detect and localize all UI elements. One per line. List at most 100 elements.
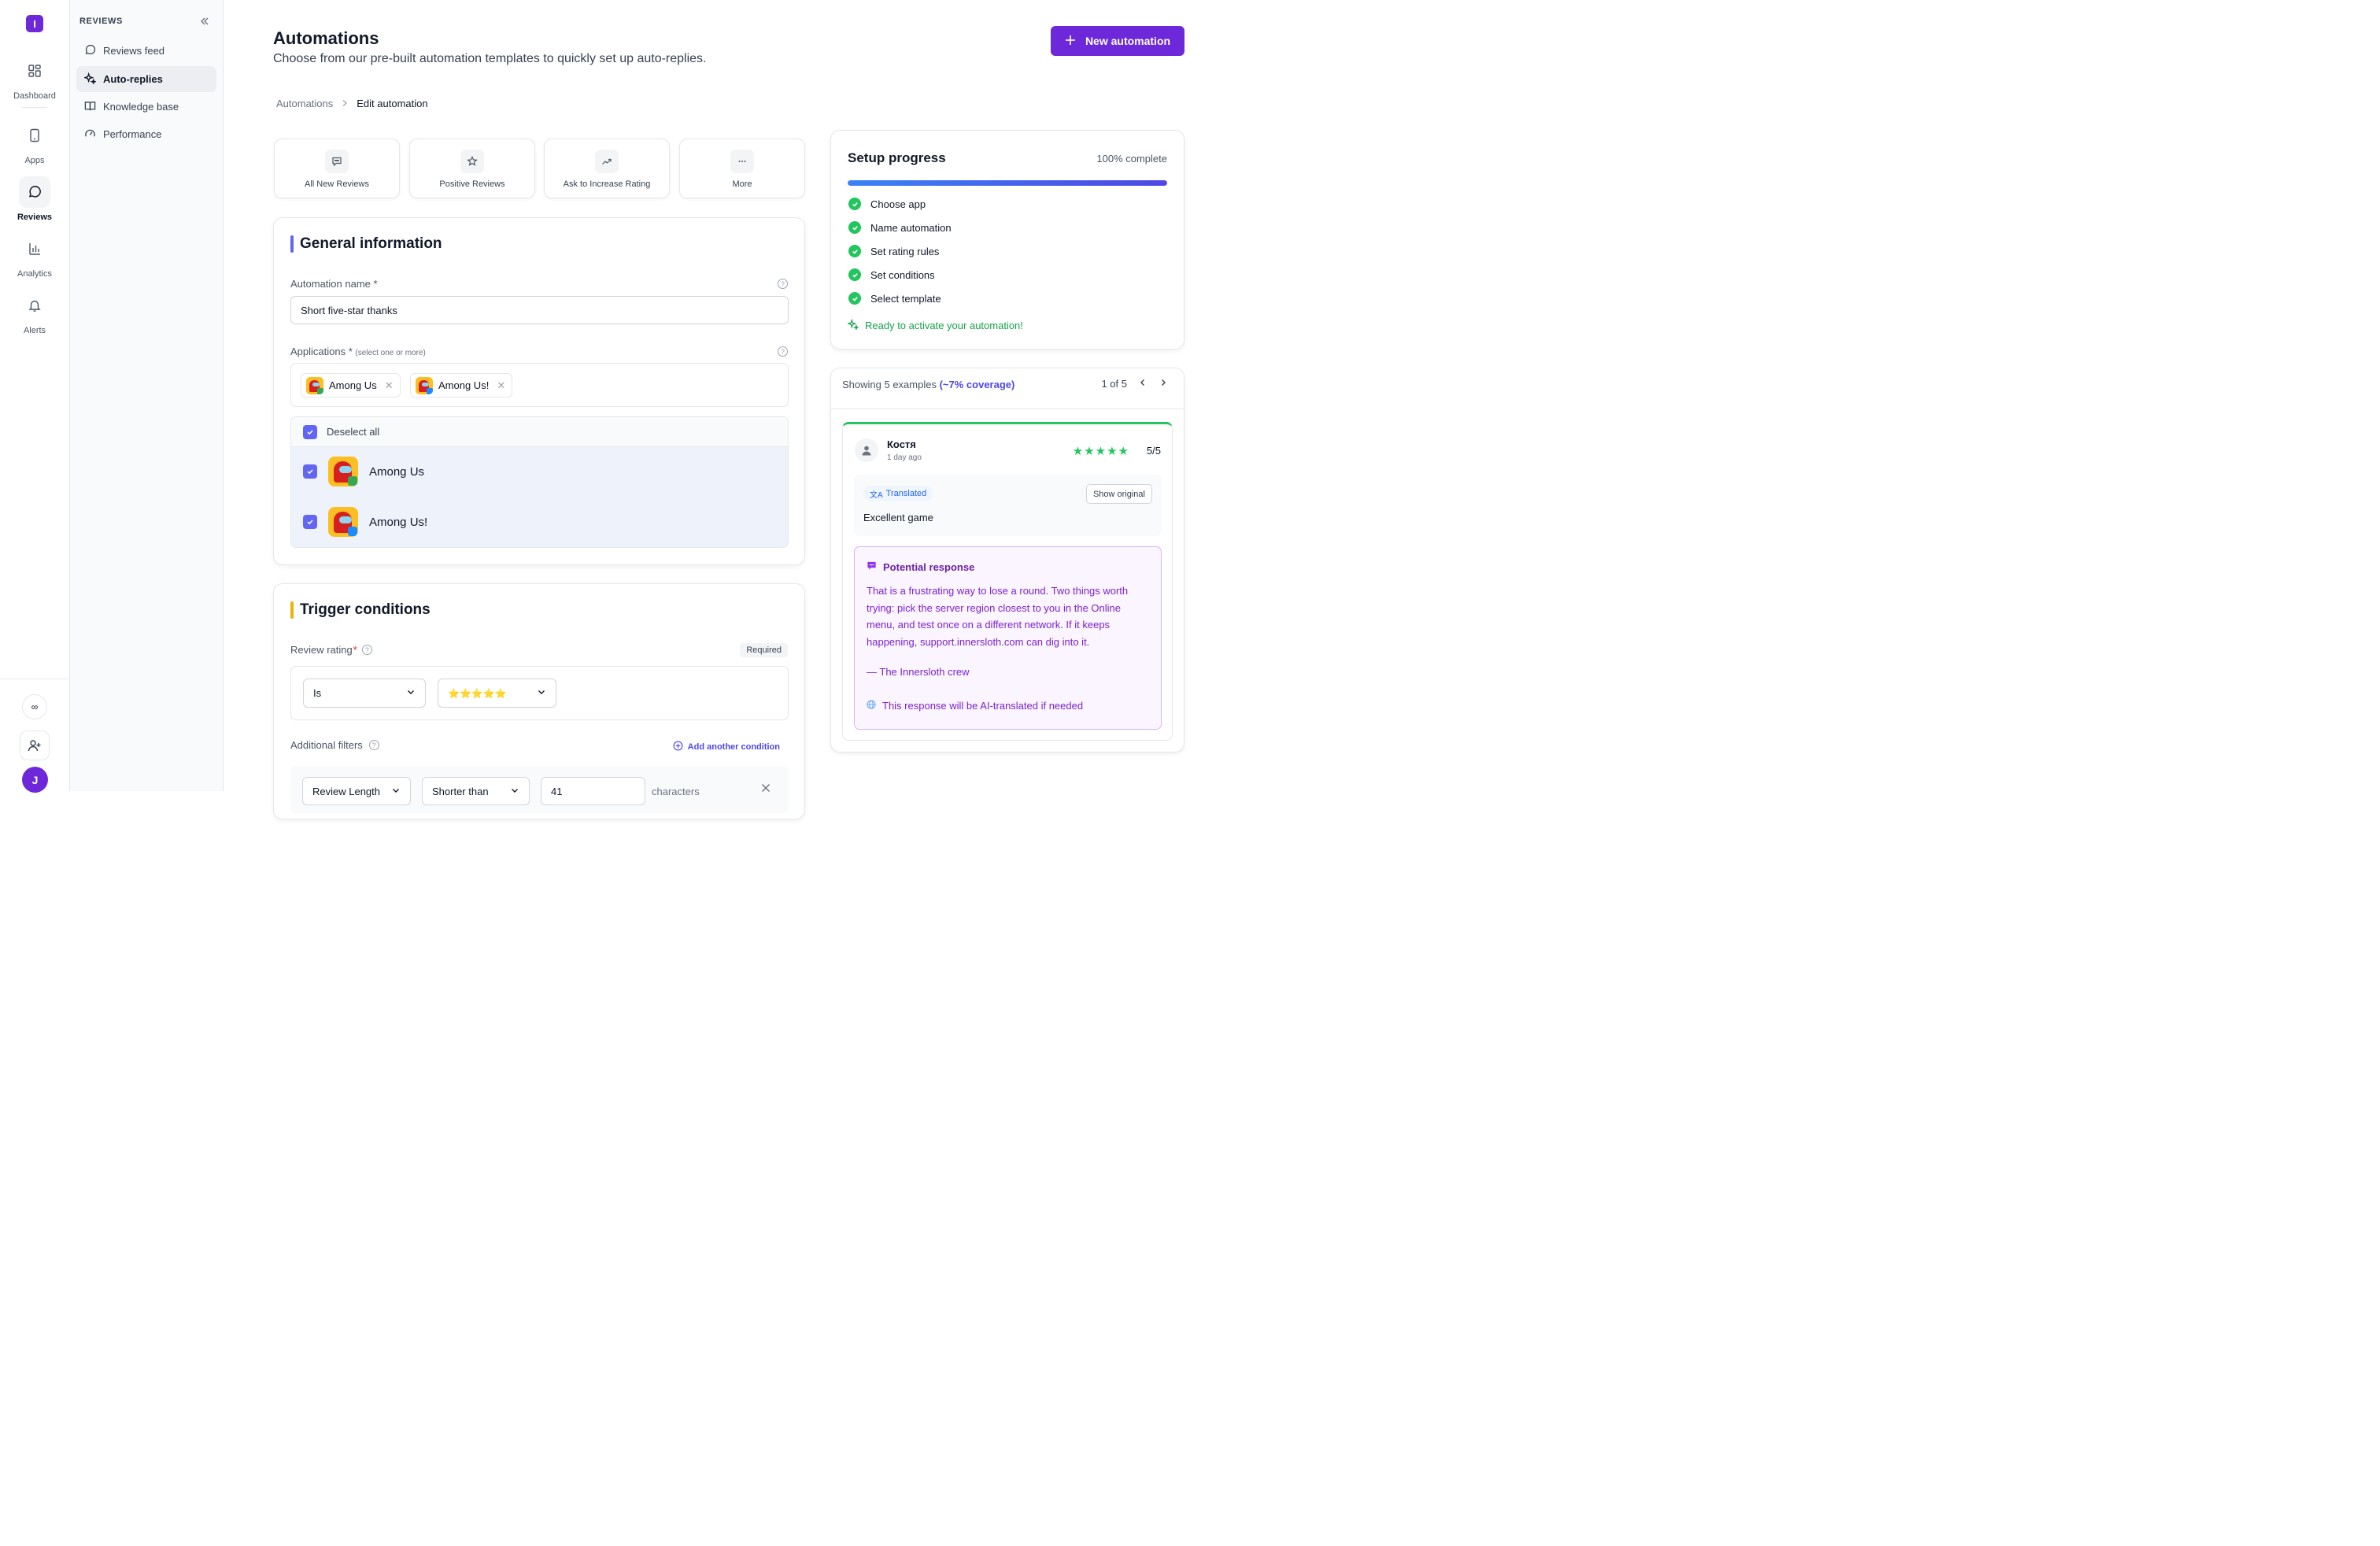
- example-review: Костя 1 day ago ★★★★★ 5/5 文A Translated …: [842, 422, 1173, 741]
- gauge-icon: [84, 128, 96, 142]
- setup-step: Set conditions: [848, 268, 935, 281]
- general-title: General information: [300, 235, 442, 252]
- review-author: Костя: [887, 438, 916, 450]
- filter-value-input[interactable]: 41: [541, 777, 645, 805]
- chevron-left-icon[interactable]: [1138, 378, 1148, 390]
- automation-name-input[interactable]: Short five-star thanks: [290, 296, 789, 324]
- infinity-icon[interactable]: ∞: [22, 694, 47, 719]
- reviews-subnav: REVIEWS Reviews feed Auto-replies Knowle…: [70, 0, 224, 791]
- input-value: 41: [551, 785, 563, 797]
- subnav-item-label: Auto-replies: [103, 73, 163, 85]
- grid-icon: [19, 55, 50, 87]
- add-condition-button[interactable]: Add another condition: [673, 741, 780, 753]
- help-icon[interactable]: ?: [778, 279, 788, 289]
- template-more[interactable]: More: [679, 139, 805, 198]
- filter-row: Review Length Shorter than 41 characters: [290, 766, 789, 813]
- filter-field-select[interactable]: Review Length: [302, 777, 411, 805]
- globe-icon: [867, 700, 876, 712]
- subnav-item-reviews-feed[interactable]: Reviews feed: [76, 38, 216, 64]
- potential-response: Potential response That is a frustrating…: [854, 546, 1162, 730]
- rail-item-dashboard[interactable]: Dashboard: [0, 55, 69, 101]
- selected-apps-box[interactable]: Among Us ✕ Among Us! ✕: [290, 363, 789, 407]
- checkbox-checked-icon[interactable]: [303, 515, 317, 529]
- help-icon[interactable]: ?: [778, 346, 788, 357]
- select-value: Is: [313, 687, 322, 699]
- checkbox-checked-icon[interactable]: [303, 424, 317, 439]
- examples-card: Showing 5 examples (~7% coverage) 1 of 5…: [830, 368, 1184, 753]
- template-label: All New Reviews: [305, 179, 369, 189]
- response-text: That is a frustrating way to lose a roun…: [867, 585, 1129, 648]
- rating-stars-select[interactable]: ⭐⭐⭐⭐⭐: [438, 679, 556, 708]
- show-original-button[interactable]: Show original: [1085, 484, 1152, 504]
- applications-label: Applications * (select one or more): [290, 346, 426, 357]
- section-accent-bar: [290, 235, 294, 253]
- subnav-item-label: Reviews feed: [103, 45, 165, 57]
- translated-label: Translated: [885, 489, 927, 498]
- checkbox-checked-icon[interactable]: [303, 464, 317, 479]
- app-name: Among Us!: [369, 515, 428, 529]
- remove-chip-icon[interactable]: ✕: [385, 379, 394, 392]
- rail-label: Analytics: [17, 269, 53, 279]
- ready-text: Ready to activate your automation!: [865, 320, 1023, 331]
- among-us-app-icon: [306, 376, 323, 394]
- rail-item-apps[interactable]: Apps: [0, 120, 69, 165]
- help-icon[interactable]: ?: [361, 645, 372, 655]
- message-icon: [325, 150, 349, 173]
- applications-label-text: Applications *: [290, 346, 353, 357]
- template-ask-to-increase-rating[interactable]: Ask to Increase Rating: [544, 139, 670, 198]
- rail-item-reviews[interactable]: Reviews: [0, 176, 69, 222]
- add-user-icon[interactable]: [20, 730, 50, 760]
- review-time: 1 day ago: [887, 453, 922, 462]
- help-icon[interactable]: ?: [368, 740, 379, 750]
- examples-count: Showing 5 examples: [842, 379, 937, 390]
- setup-progress-bar: [848, 180, 1167, 186]
- chevron-right-icon[interactable]: [1159, 378, 1168, 390]
- deselect-all-row[interactable]: Deselect all: [291, 417, 788, 447]
- user-avatar[interactable]: J: [22, 767, 48, 793]
- chevron-down-icon: [537, 687, 546, 699]
- collapse-icon[interactable]: [199, 16, 210, 27]
- examples-coverage: (~7% coverage): [939, 379, 1015, 390]
- progress-fill: [848, 180, 1167, 186]
- deselect-all-label: Deselect all: [327, 426, 380, 438]
- filter-operator-select[interactable]: Shorter than: [422, 777, 530, 805]
- additional-filters-label: Additional filters ?: [290, 739, 379, 751]
- trending-up-icon: [595, 150, 619, 173]
- template-label: Positive Reviews: [439, 179, 505, 189]
- setup-step: Name automation: [848, 221, 952, 234]
- plus-icon: [1065, 35, 1076, 48]
- page-title: Automations: [273, 28, 379, 48]
- section-accent-bar: [290, 601, 294, 619]
- sparkles-icon: [846, 318, 860, 332]
- examples-header: Showing 5 examples (~7% coverage): [842, 379, 1014, 390]
- list-item[interactable]: Among Us!: [303, 507, 427, 537]
- app-logo[interactable]: I: [26, 15, 43, 32]
- rating-condition-box: Is ⭐⭐⭐⭐⭐: [290, 666, 789, 720]
- template-all-new-reviews[interactable]: All New Reviews: [274, 139, 400, 198]
- close-icon[interactable]: [761, 782, 771, 797]
- filter-unit: characters: [652, 786, 700, 797]
- subnav-item-auto-replies[interactable]: Auto-replies: [76, 66, 216, 92]
- template-positive-reviews[interactable]: Positive Reviews: [409, 139, 535, 198]
- review-body: 文A Translated Show original Excellent ga…: [854, 475, 1162, 536]
- subnav-item-knowledge-base[interactable]: Knowledge base: [76, 94, 216, 120]
- subnav-item-performance[interactable]: Performance: [76, 121, 216, 147]
- icon-rail: I Dashboard Apps Reviews Analytics Alert…: [0, 0, 70, 793]
- remove-chip-icon[interactable]: ✕: [497, 379, 505, 392]
- check-circle-icon: [848, 198, 861, 210]
- response-signature: — The Innersloth crew: [867, 666, 970, 678]
- setup-step: Set rating rules: [848, 245, 939, 257]
- list-item[interactable]: Among Us: [303, 457, 424, 486]
- breadcrumb-parent[interactable]: Automations: [276, 98, 333, 109]
- setup-step-label: Set rating rules: [870, 245, 940, 257]
- rail-item-analytics[interactable]: Analytics: [0, 233, 69, 279]
- section-title: Trigger conditions: [290, 601, 431, 619]
- rail-label: Dashboard: [13, 91, 56, 101]
- rail-item-alerts[interactable]: Alerts: [0, 290, 69, 335]
- chevron-right-icon: [341, 98, 349, 109]
- app-name: Among Us: [369, 464, 425, 479]
- check-circle-icon: [848, 245, 861, 257]
- rating-operator-select[interactable]: Is: [303, 679, 426, 708]
- new-automation-button[interactable]: New automation: [1051, 26, 1184, 56]
- new-automation-label: New automation: [1085, 35, 1171, 47]
